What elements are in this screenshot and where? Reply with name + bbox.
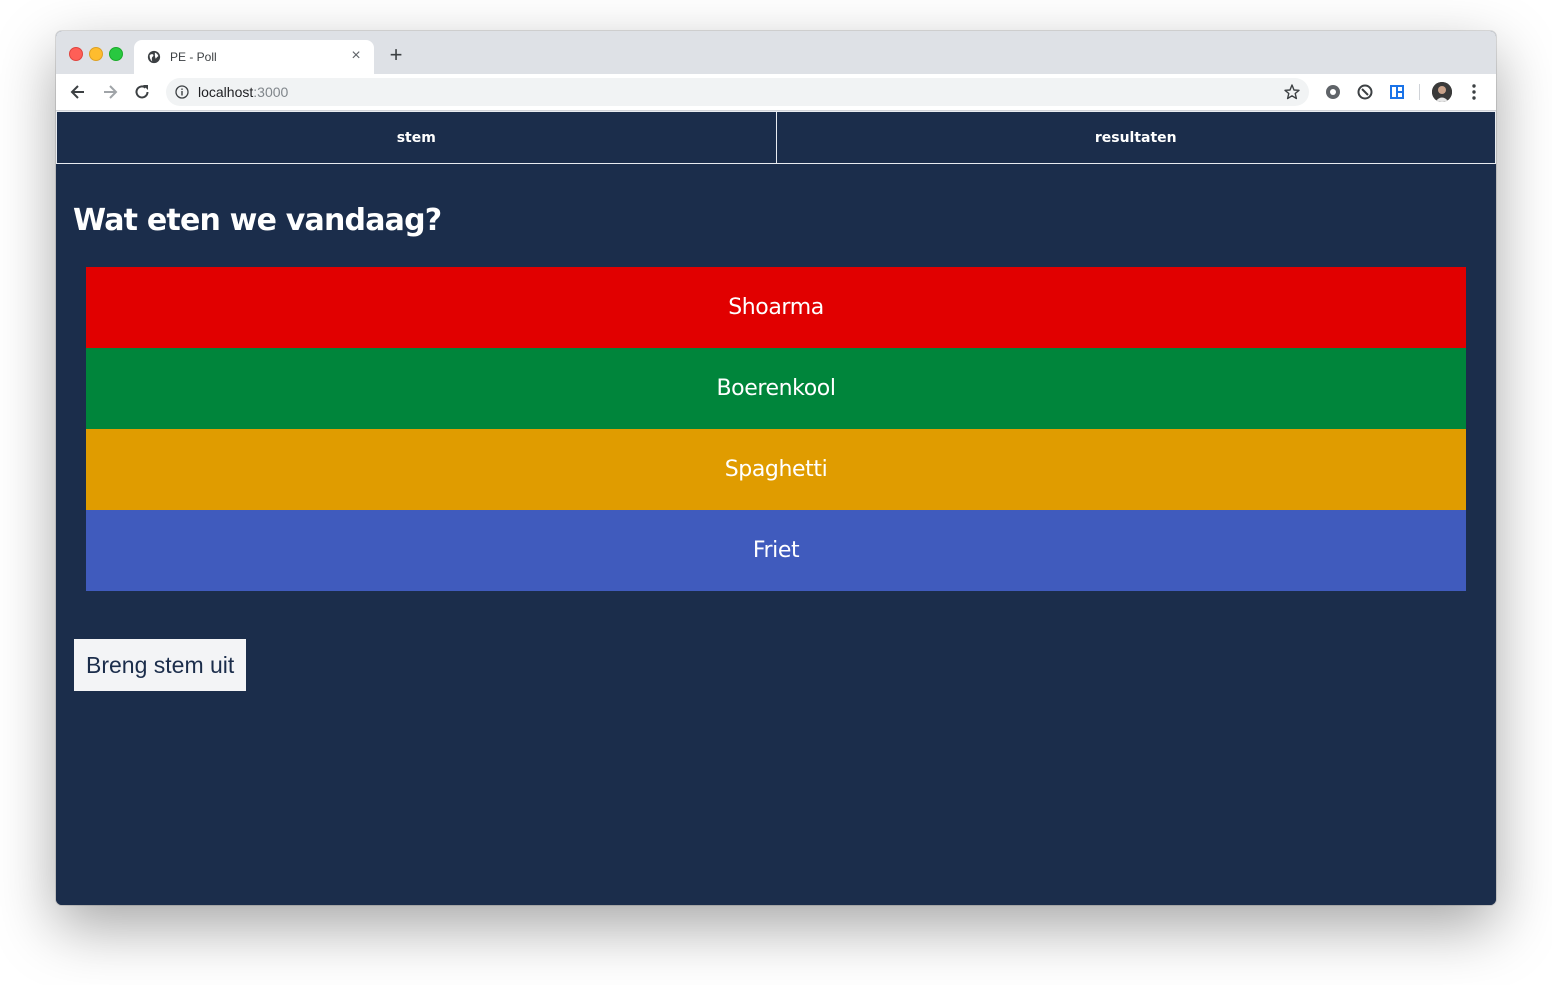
profile-icon xyxy=(1432,82,1452,102)
new-tab-button[interactable]: + xyxy=(386,44,406,66)
address-bar[interactable]: localhost:3000 xyxy=(166,78,1309,106)
poll-question: Wat eten we vandaag? xyxy=(73,203,442,238)
browser-window: PE - Poll × + localhost:3000 stem result… xyxy=(56,31,1496,905)
url-port: :3000 xyxy=(253,84,289,100)
globe-icon xyxy=(147,50,161,64)
extension-gear-icon[interactable] xyxy=(1323,82,1343,102)
zoom-window-button[interactable] xyxy=(109,47,123,61)
close-window-button[interactable] xyxy=(69,47,83,61)
browser-toolbar: localhost:3000 xyxy=(56,74,1496,111)
extension-board-icon[interactable] xyxy=(1387,82,1407,102)
more-menu-icon[interactable] xyxy=(1466,82,1482,102)
info-icon[interactable] xyxy=(175,85,189,99)
option-spaghetti[interactable]: Spaghetti xyxy=(86,429,1466,510)
nav-item-stem[interactable]: stem xyxy=(56,111,777,164)
toolbar-separator xyxy=(1419,84,1420,100)
url-text: localhost:3000 xyxy=(198,84,288,100)
url-host: localhost xyxy=(198,84,254,100)
tab-active[interactable]: PE - Poll × xyxy=(134,40,374,74)
reload-icon[interactable] xyxy=(132,82,152,102)
bookmark-star-icon[interactable] xyxy=(1283,83,1301,101)
option-shoarma[interactable]: Shoarma xyxy=(86,267,1466,348)
page-content: stem resultaten Wat eten we vandaag? Sho… xyxy=(56,111,1496,905)
option-friet[interactable]: Friet xyxy=(86,510,1466,591)
tab-strip: PE - Poll × + xyxy=(56,31,1496,74)
forward-arrow-icon[interactable] xyxy=(100,82,120,102)
profile-avatar[interactable] xyxy=(1432,82,1452,102)
close-tab-icon[interactable]: × xyxy=(348,48,364,64)
option-boerenkool[interactable]: Boerenkool xyxy=(86,348,1466,429)
poll-options: Shoarma Boerenkool Spaghetti Friet xyxy=(86,267,1466,591)
tab-title: PE - Poll xyxy=(170,50,217,64)
extension-sync-icon[interactable] xyxy=(1355,82,1375,102)
submit-vote-button[interactable]: Breng stem uit xyxy=(74,639,247,691)
top-navigation: stem resultaten xyxy=(56,111,1496,164)
back-arrow-icon[interactable] xyxy=(68,82,88,102)
nav-item-resultaten[interactable]: resultaten xyxy=(776,111,1496,164)
minimize-window-button[interactable] xyxy=(89,47,103,61)
